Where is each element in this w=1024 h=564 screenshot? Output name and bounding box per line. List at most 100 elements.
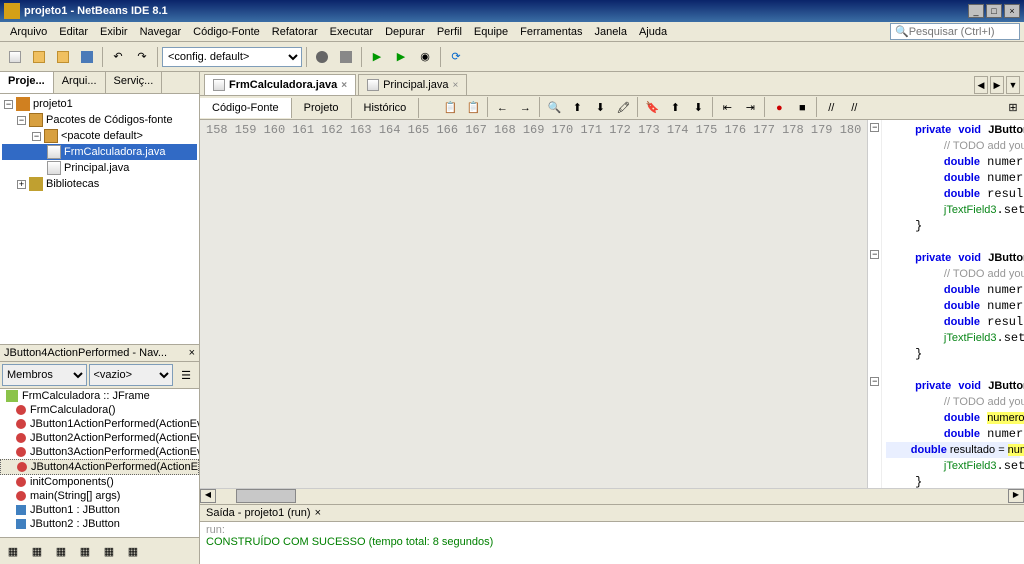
undo-button[interactable]: ↶ [107,46,129,68]
editor-tb-shift-right[interactable]: ⇥ [739,97,761,119]
expand-icon[interactable]: + [17,180,26,189]
collapse-icon[interactable]: − [17,116,26,125]
navigator-tree[interactable]: FrmCalculadora :: JFrame FrmCalculadora(… [0,389,199,537]
tab-list-button[interactable]: ▼ [1006,76,1020,94]
tab-scroll-right[interactable]: ▶ [990,76,1004,94]
horizontal-scrollbar[interactable]: ◀ ▶ [200,488,1024,504]
tab-scroll-left[interactable]: ◀ [974,76,988,94]
tree-default-package[interactable]: −<pacote default> [2,128,197,144]
nav-field-jbutton2[interactable]: JButton2 : JButton [0,517,199,531]
menu-equipe[interactable]: Equipe [468,24,514,40]
profile-button[interactable]: ◉ [414,46,436,68]
output-content[interactable]: run: CONSTRUÍDO COM SUCESSO (tempo total… [200,522,1024,564]
tree-file-frmcalculadora[interactable]: FrmCalculadora.java [2,144,197,160]
tab-files[interactable]: Arqui... [54,72,106,93]
navigator-filter-members[interactable]: Membros [2,364,87,386]
nav-method-jbutton1[interactable]: JButton1ActionPerformed(ActionEv [0,417,199,431]
tree-file-principal[interactable]: Principal.java [2,160,197,176]
editor-tb-fwd[interactable]: → [514,97,536,119]
editor-tb-2[interactable]: 📋 [462,97,484,119]
tab-projects[interactable]: Proje... [0,72,54,93]
new-file-button[interactable] [4,46,26,68]
fold-gutter[interactable]: − − − [868,120,882,488]
menu-arquivo[interactable]: Arquivo [4,24,53,40]
debug-button[interactable]: ▶ [390,46,412,68]
subtab-design[interactable]: Projeto [292,98,352,118]
open-button[interactable] [52,46,74,68]
nav-filter-btn-6[interactable]: ▦ [122,540,144,562]
close-button[interactable]: × [1004,4,1020,18]
new-project-button[interactable] [28,46,50,68]
nav-method-jbutton4[interactable]: JButton4ActionPerformed(ActionEv [0,459,199,475]
project-tree[interactable]: −projeto1 −Pacotes de Códigos-fonte −<pa… [0,94,199,344]
nav-method-jbutton3[interactable]: JButton3ActionPerformed(ActionEv [0,445,199,459]
config-select[interactable]: <config. default> [162,47,302,67]
editor-tb-bm-next[interactable]: ⬇ [687,97,709,119]
scroll-thumb[interactable] [236,489,296,503]
navigator-filter-empty[interactable]: <vazio> [89,364,174,386]
menu-depurar[interactable]: Depurar [379,24,431,40]
scroll-left-arrow[interactable]: ◀ [200,489,216,503]
menu-exibir[interactable]: Exibir [94,24,134,40]
editor-tb-macro-stop[interactable]: ■ [791,97,813,119]
search-input[interactable] [909,26,1015,38]
scroll-right-arrow[interactable]: ▶ [1008,489,1024,503]
subtab-source[interactable]: Código-Fonte [200,98,292,118]
menu-perfil[interactable]: Perfil [431,24,468,40]
menu-codigo-fonte[interactable]: Código-Fonte [187,24,266,40]
code-text[interactable]: private void JButton2ActionPerformed(jav… [882,120,1024,488]
nav-field-jbutton1[interactable]: JButton1 : JButton [0,503,199,517]
nav-method-initcomponents[interactable]: initComponents() [0,475,199,489]
nav-filter-btn-5[interactable]: ▦ [98,540,120,562]
tree-libraries[interactable]: +Bibliotecas [2,176,197,192]
file-tab-frmcalculadora[interactable]: FrmCalculadora.java × [204,74,356,95]
fold-toggle[interactable]: − [870,250,879,259]
menu-executar[interactable]: Executar [324,24,379,40]
editor-tb-uncomment[interactable]: // [843,97,865,119]
close-tab-icon[interactable]: × [341,80,347,91]
editor-tb-find[interactable]: 🔍 [543,97,565,119]
menu-ferramentas[interactable]: Ferramentas [514,24,588,40]
collapse-icon[interactable]: − [4,100,13,109]
nav-filter-btn-1[interactable]: ▦ [2,540,24,562]
menu-editar[interactable]: Editar [53,24,94,40]
navigator-close-button[interactable]: × [189,347,195,359]
nav-method-jbutton2[interactable]: JButton2ActionPerformed(ActionEv [0,431,199,445]
editor-tb-bookmark[interactable]: 🔖 [641,97,663,119]
save-all-button[interactable] [76,46,98,68]
collapse-icon[interactable]: − [32,132,41,141]
editor-tb-prev[interactable]: ⬆ [566,97,588,119]
nav-filter-btn-4[interactable]: ▦ [74,540,96,562]
clean-build-button[interactable] [335,46,357,68]
editor-tb-macro-start[interactable]: ● [768,97,790,119]
fold-toggle[interactable]: − [870,123,879,132]
menu-refatorar[interactable]: Refatorar [266,24,324,40]
close-tab-icon[interactable]: × [452,80,458,91]
editor-tb-1[interactable]: 📋 [439,97,461,119]
editor-tb-shift-left[interactable]: ⇤ [716,97,738,119]
navigator-options-button[interactable]: ☰ [175,364,197,386]
subtab-history[interactable]: Histórico [352,98,420,118]
code-editor[interactable]: 158 159 160 161 162 163 164 165 166 167 … [200,120,1024,488]
nav-filter-btn-3[interactable]: ▦ [50,540,72,562]
minimize-button[interactable]: _ [968,4,984,18]
nav-method-main[interactable]: main(String[] args) [0,489,199,503]
build-button[interactable] [311,46,333,68]
editor-tb-back[interactable]: ← [491,97,513,119]
menu-navegar[interactable]: Navegar [134,24,188,40]
redo-button[interactable]: ↷ [131,46,153,68]
maximize-button[interactable]: □ [986,4,1002,18]
output-tab[interactable]: Saída - projeto1 (run) [206,507,311,519]
editor-tb-comment[interactable]: // [820,97,842,119]
menu-ajuda[interactable]: Ajuda [633,24,673,40]
editor-split-button[interactable]: ⊞ [1002,97,1024,119]
run-button[interactable]: ▶ [366,46,388,68]
editor-tb-bm-prev[interactable]: ⬆ [664,97,686,119]
output-close-button[interactable]: × [315,507,321,519]
fold-toggle[interactable]: − [870,377,879,386]
menu-janela[interactable]: Janela [589,24,633,40]
tab-services[interactable]: Serviç... [106,72,163,93]
nav-class[interactable]: FrmCalculadora :: JFrame [0,389,199,403]
tree-source-packages[interactable]: −Pacotes de Códigos-fonte [2,112,197,128]
nav-constructor[interactable]: FrmCalculadora() [0,403,199,417]
